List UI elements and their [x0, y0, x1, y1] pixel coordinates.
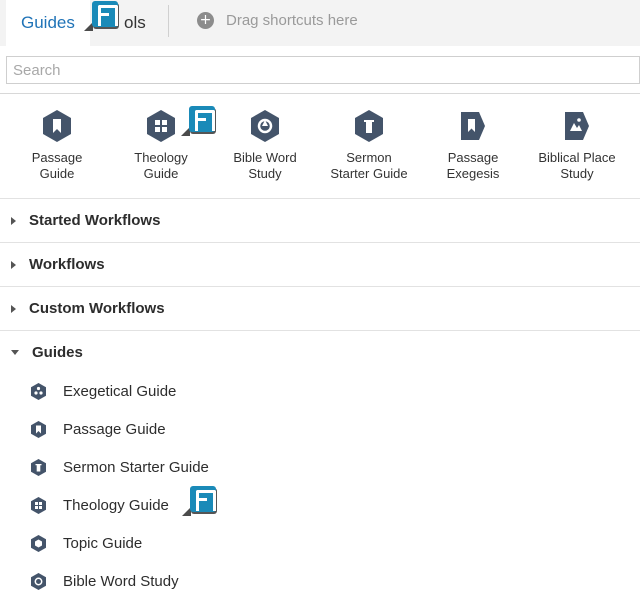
topic-guide-icon: [31, 534, 46, 552]
drag-hint-text: Drag shortcuts here: [226, 11, 358, 29]
sermon-starter-guide-icon: [31, 458, 46, 476]
shortcut-label: Starter Guide: [330, 166, 408, 181]
passage-guide-icon: [43, 110, 71, 142]
tab-guides[interactable]: Guides: [6, 0, 90, 46]
section-custom-workflows[interactable]: Custom Workflows: [0, 286, 640, 330]
shortcut-label: Guide: [39, 166, 75, 181]
expand-arrow-icon: [11, 304, 16, 313]
theology-guide-icon: [31, 496, 46, 514]
tab-separator: [168, 5, 169, 37]
guide-item-topic-guide[interactable]: Topic Guide: [0, 524, 640, 562]
section-label: Workflows: [29, 256, 105, 273]
guide-item-label: Topic Guide: [63, 534, 143, 552]
expand-arrow-icon: [11, 216, 16, 225]
section-label: Guides: [32, 344, 83, 361]
logos-badge-icon: [181, 106, 215, 136]
guide-item-label: Sermon Starter Guide: [63, 458, 209, 476]
shortcut-label: Study: [560, 166, 594, 181]
shortcut-biblical-place-study[interactable]: Biblical Place Study: [525, 104, 629, 182]
bible-word-study-icon: [31, 572, 46, 590]
add-circle-icon: +: [197, 11, 214, 29]
logos-badge-icon: [182, 486, 216, 516]
section-label: Custom Workflows: [29, 300, 165, 317]
tab-tools-label: ols: [124, 13, 146, 32]
guide-item-label: Theology Guide: [63, 496, 169, 514]
guide-item-exegetical-guide[interactable]: Exegetical Guide: [0, 372, 640, 410]
shortcut-label: Guide: [143, 166, 179, 181]
guide-shortcuts: Passage Guide Theology Guide Bible Word …: [0, 104, 640, 194]
biblical-place-study-icon: [565, 112, 589, 140]
passage-exegesis-icon: [461, 112, 485, 140]
exegetical-guide-icon: [31, 382, 46, 400]
shortcut-label: Passage: [31, 150, 83, 165]
theology-guide-icon: [147, 110, 175, 142]
shortcut-label: Theology: [134, 150, 188, 165]
guide-item-passage-guide[interactable]: Passage Guide: [0, 410, 640, 448]
shortcut-label: Passage: [447, 150, 499, 165]
tab-bar: Guides ols + Drag shortcuts here: [0, 0, 640, 46]
shortcut-label: Exegesis: [446, 166, 500, 181]
section-label: Started Workflows: [29, 212, 161, 229]
guide-item-bible-word-study[interactable]: Bible Word Study: [0, 562, 640, 600]
logos-badge-icon: [84, 1, 118, 31]
shortcut-passage-guide[interactable]: Passage Guide: [5, 104, 109, 182]
section-guides[interactable]: Guides: [0, 330, 640, 374]
section-started-workflows[interactable]: Started Workflows: [0, 198, 640, 242]
passage-guide-icon: [31, 420, 46, 438]
section-workflows[interactable]: Workflows: [0, 242, 640, 286]
expand-arrow-icon: [11, 260, 16, 269]
guide-item-sermon-starter-guide[interactable]: Sermon Starter Guide: [0, 448, 640, 486]
shortcut-label: Sermon: [346, 150, 392, 165]
divider: [0, 93, 640, 94]
bible-word-study-icon: [251, 110, 279, 142]
search-input[interactable]: [6, 56, 640, 84]
guide-item-theology-guide[interactable]: Theology Guide: [0, 486, 640, 524]
shortcuts-drop-zone[interactable]: + Drag shortcuts here: [197, 0, 358, 40]
tab-guides-label: Guides: [21, 13, 75, 32]
guide-item-label: Exegetical Guide: [63, 382, 177, 400]
shortcut-passage-exegesis[interactable]: Passage Exegesis: [421, 104, 525, 182]
shortcut-sermon-starter-guide[interactable]: Sermon Starter Guide: [317, 104, 421, 182]
guide-item-label: Passage Guide: [63, 420, 166, 438]
sermon-starter-guide-icon: [355, 110, 383, 142]
shortcut-label: Study: [248, 166, 282, 181]
shortcut-label: Bible Word: [233, 150, 297, 165]
collapse-arrow-icon: [11, 350, 19, 355]
shortcut-bible-word-study[interactable]: Bible Word Study: [213, 104, 317, 182]
guide-item-label: Bible Word Study: [63, 572, 179, 590]
shortcut-label: Biblical Place: [538, 150, 616, 165]
